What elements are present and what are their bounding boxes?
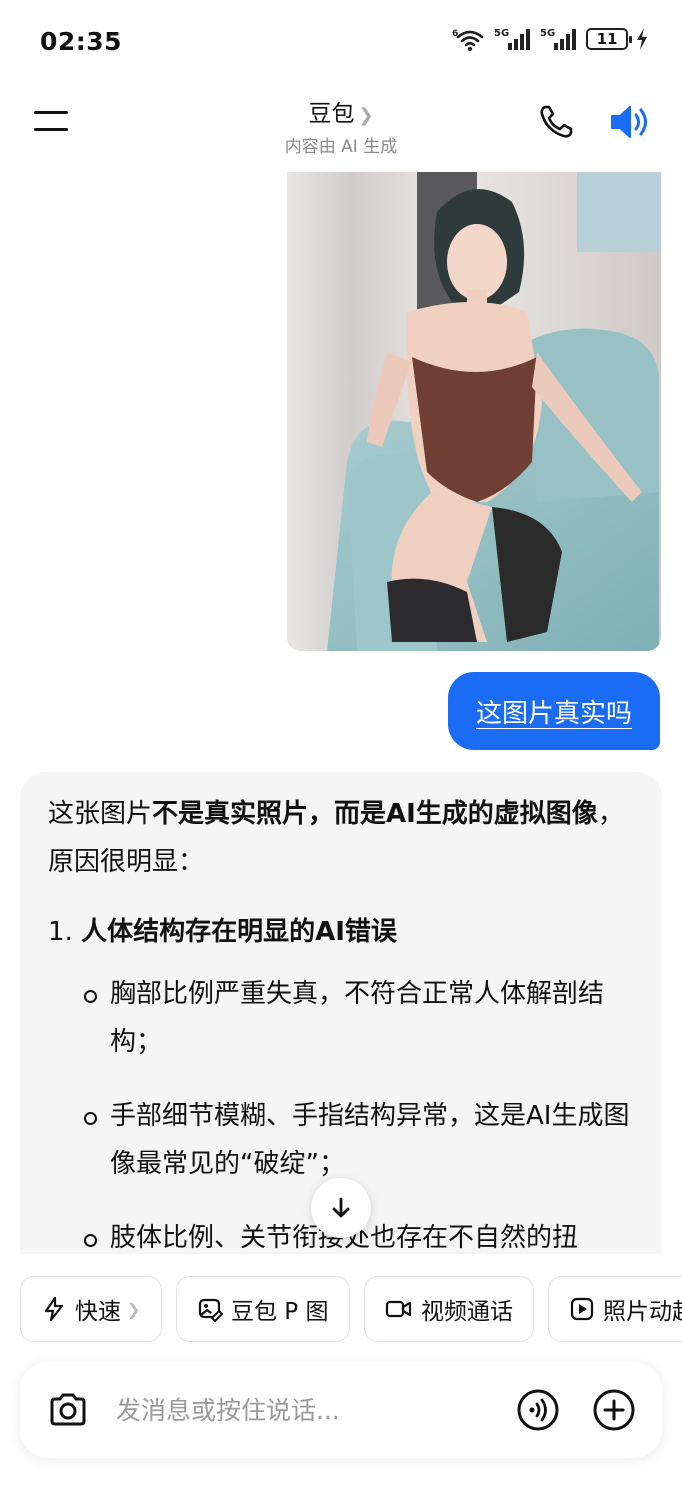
intro-prefix: 这张图片: [48, 799, 153, 829]
camera-button[interactable]: [46, 1388, 90, 1432]
list-number: 1.: [48, 917, 73, 947]
chip-label: 豆包 P 图: [231, 1299, 329, 1325]
chip-label: 视频通话: [421, 1299, 513, 1325]
chevron-right-icon: ❯: [127, 1299, 141, 1319]
ai-disclaimer: 内容由 AI 生成: [284, 137, 398, 157]
chat-area[interactable]: 这图片真实吗 这张图片不是真实照片，而是AI生成的虚拟图像，原因很明显： 1. …: [0, 168, 682, 1255]
list-title: 人体结构存在明显的AI错误: [81, 917, 397, 947]
quick-actions-row[interactable]: 快速 ❯ 豆包 P 图 视频通话 照片动起: [0, 1254, 682, 1359]
bullet-item: 胸部比例严重失真，不符合正常人体解剖结构；: [82, 970, 634, 1066]
battery-icon: 11: [586, 28, 632, 50]
chip-label: 照片动起: [603, 1299, 682, 1325]
title-area[interactable]: 豆包 ❯ 内容由 AI 生成: [0, 94, 682, 157]
bullet-item: 手部细节模糊、手指结构异常，这是AI生成图像最常见的“破绽”；: [82, 1092, 634, 1188]
chevron-right-icon: ❯: [358, 105, 374, 126]
wifi-icon: 6: [452, 29, 484, 52]
message-composer: [20, 1362, 662, 1458]
speaker-button[interactable]: [608, 102, 654, 142]
ai-reply-intro: 这张图片不是真实照片，而是AI生成的虚拟图像，原因很明显：: [48, 790, 634, 886]
voice-input-button[interactable]: [516, 1388, 560, 1432]
intro-bold: 不是真实照片，而是AI生成的虚拟图像: [152, 799, 598, 829]
video-camera-icon: [385, 1300, 412, 1318]
add-attachment-button[interactable]: [592, 1388, 636, 1432]
chat-header: 豆包 ❯ 内容由 AI 生成: [0, 80, 682, 168]
arrow-down-icon: [332, 1197, 350, 1218]
play-icon: [570, 1297, 594, 1321]
cellular-signal-icon: 5G: [494, 28, 530, 50]
clock: 02:35: [40, 27, 123, 56]
sent-photo[interactable]: [287, 172, 661, 651]
message-input[interactable]: [116, 1390, 496, 1430]
bot-name[interactable]: 豆包: [308, 101, 354, 127]
charging-bolt-icon: [637, 28, 647, 50]
user-message-bubble[interactable]: 这图片真实吗: [447, 672, 660, 750]
chip-label: 快速: [75, 1299, 121, 1325]
user-message-text[interactable]: 这图片真实吗: [476, 693, 632, 730]
animate-photo-button[interactable]: 照片动起: [548, 1276, 682, 1342]
lightning-icon: [44, 1296, 64, 1322]
image-edit-button[interactable]: 豆包 P 图: [176, 1276, 350, 1342]
svg-text:5G: 5G: [494, 28, 509, 39]
image-edit-icon: [198, 1298, 223, 1322]
svg-text:5G: 5G: [540, 28, 555, 39]
phone-call-button[interactable]: [536, 102, 576, 142]
scroll-to-bottom-button[interactable]: [311, 1178, 371, 1238]
video-call-button[interactable]: 视频通话: [364, 1276, 534, 1342]
status-bar: 02:35 6 5G 5G 11: [0, 0, 682, 80]
system-icons: 6 5G 5G 11: [452, 26, 648, 52]
list-item: 1. 人体结构存在明显的AI错误: [48, 908, 634, 956]
cellular-signal-icon: 5G: [540, 28, 576, 50]
quick-mode-button[interactable]: 快速 ❯: [20, 1276, 162, 1342]
